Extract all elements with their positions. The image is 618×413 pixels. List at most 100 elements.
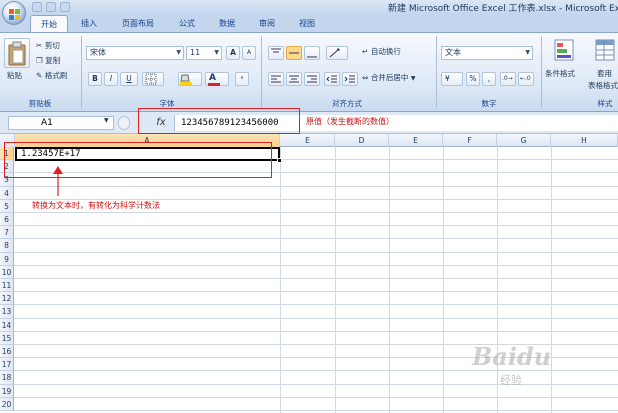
conditional-format-button[interactable]	[553, 38, 575, 62]
grid-row-line	[14, 251, 618, 253]
phonetic-button[interactable]: ᵃ	[235, 72, 249, 86]
styles-group-label: 样式	[597, 99, 613, 108]
tab-insert[interactable]: 插入	[72, 15, 106, 32]
row-header-17[interactable]: 17	[0, 358, 14, 372]
align-middle-icon	[289, 52, 299, 54]
wrap-text-icon: ↵	[362, 47, 369, 56]
paste-button[interactable]	[4, 38, 30, 68]
cut-button[interactable]: ✂ 剪切	[36, 40, 60, 51]
align-top-button[interactable]	[268, 46, 284, 60]
borders-button[interactable]	[142, 72, 164, 86]
row-header-4[interactable]: 4	[0, 186, 14, 200]
increase-decimal-button[interactable]: .0→	[500, 72, 516, 86]
row-header-6[interactable]: 6	[0, 213, 14, 227]
decrease-indent-button[interactable]	[324, 72, 340, 86]
shrink-font-button[interactable]: A	[242, 46, 256, 60]
grow-font-button[interactable]: A	[226, 46, 240, 60]
table-format-label-2: 表格格式	[588, 81, 618, 90]
format-painter-button[interactable]: ✎ 格式刷	[36, 70, 67, 81]
vertical-align-buttons	[268, 46, 320, 60]
row-header-15[interactable]: 15	[0, 331, 14, 345]
align-center-button[interactable]	[286, 72, 302, 86]
column-header-e[interactable]: E	[281, 134, 335, 147]
tab-review[interactable]: 审阅	[250, 15, 284, 32]
accounting-format-button[interactable]: ¥	[441, 72, 463, 86]
row-header-7[interactable]: 7	[0, 226, 14, 240]
align-top-icon	[271, 48, 281, 53]
decrease-decimal-button[interactable]: ←.0	[518, 72, 534, 86]
scissors-icon: ✂	[36, 41, 43, 50]
grid-row-line	[14, 278, 618, 279]
row-header-14[interactable]: 14	[0, 318, 14, 332]
font-name-select[interactable]: 宋体 ▼	[86, 46, 184, 60]
row-header-10[interactable]: 10	[0, 265, 14, 279]
chevron-down-icon[interactable]: ▼	[104, 117, 109, 124]
tab-view[interactable]: 视图	[290, 15, 324, 32]
comma-style-button[interactable]: ,	[482, 72, 496, 86]
chevron-down-icon: ▼	[525, 49, 530, 56]
column-header-g[interactable]: G	[497, 134, 551, 147]
tab-data[interactable]: 数据	[210, 15, 244, 32]
merge-cells-icon: ⇔	[362, 73, 369, 82]
align-right-icon	[307, 75, 317, 83]
align-right-button[interactable]	[304, 72, 320, 86]
row-header-9[interactable]: 9	[0, 252, 14, 266]
increase-indent-button[interactable]	[342, 72, 358, 86]
column-header-e2[interactable]: E	[389, 134, 443, 147]
fill-color-button[interactable]	[178, 72, 202, 86]
undo-icon[interactable]	[46, 2, 56, 12]
italic-button[interactable]: I	[104, 72, 118, 86]
font-name-value: 宋体	[90, 48, 106, 57]
table-format-label-1: 套用	[597, 69, 612, 78]
grid-column-line	[497, 147, 498, 413]
align-left-button[interactable]	[268, 72, 284, 86]
group-divider	[541, 36, 542, 108]
underline-button[interactable]: U	[120, 72, 138, 86]
increase-decimal-icon: .0→	[502, 75, 513, 82]
name-box-value: A1	[41, 118, 53, 128]
chevron-down-icon: ▼	[176, 49, 181, 56]
row-header-13[interactable]: 13	[0, 305, 14, 319]
row-header-11[interactable]: 11	[0, 279, 14, 293]
row-header-16[interactable]: 16	[0, 345, 14, 359]
row-header-12[interactable]: 12	[0, 292, 14, 306]
tab-formulas[interactable]: 公式	[170, 15, 204, 32]
office-logo-icon	[9, 9, 20, 20]
column-header-f[interactable]: F	[443, 134, 497, 147]
font-size-value: 11	[190, 48, 201, 57]
column-header-h[interactable]: H	[551, 134, 618, 147]
number-format-value: 文本	[445, 48, 461, 57]
orientation-button[interactable]	[326, 46, 348, 60]
customize-qat-icon[interactable]	[60, 2, 70, 12]
name-box[interactable]: A1	[8, 116, 114, 130]
tab-page-layout[interactable]: 页面布局	[112, 15, 164, 32]
fill-handle[interactable]	[277, 158, 282, 163]
save-icon[interactable]	[32, 2, 42, 12]
phonetic-icon: ᵃ	[240, 74, 244, 83]
grid-row-line	[14, 212, 618, 213]
row-header-5[interactable]: 5	[0, 199, 14, 213]
font-size-select[interactable]: 11 ▼	[186, 46, 222, 60]
borders-icon	[145, 73, 157, 85]
paint-bucket-icon	[180, 74, 192, 85]
wrap-text-button[interactable]: ↵ 自动换行	[362, 46, 401, 57]
worksheet-grid[interactable]: 1 2 3 4 5 6 7 8 9 10 11 12 13 14 15 16 17 18 19 20	[0, 147, 618, 413]
tab-home[interactable]: 开始	[30, 15, 68, 32]
copy-button[interactable]: ❐ 复制	[36, 55, 60, 66]
row-header-18[interactable]: 18	[0, 371, 14, 385]
font-color-button[interactable]: A	[205, 72, 229, 86]
column-header-d[interactable]: D	[335, 134, 389, 147]
merge-center-button[interactable]: ⇔ 合并后居中 ▼	[362, 72, 416, 83]
bold-button[interactable]: B	[88, 72, 102, 86]
align-bottom-button[interactable]	[304, 46, 320, 60]
align-middle-button[interactable]	[286, 46, 302, 60]
row-header-20[interactable]: 20	[0, 397, 14, 411]
number-format-select[interactable]: 文本 ▼	[441, 46, 533, 60]
percent-button[interactable]: %	[466, 72, 480, 86]
office-button[interactable]	[2, 1, 26, 25]
name-box-splitter[interactable]	[118, 116, 130, 130]
format-as-table-button[interactable]	[594, 38, 616, 62]
row-header-8[interactable]: 8	[0, 239, 14, 253]
baidu-watermark-sub: 经验	[500, 374, 522, 387]
row-header-19[interactable]: 19	[0, 384, 14, 398]
